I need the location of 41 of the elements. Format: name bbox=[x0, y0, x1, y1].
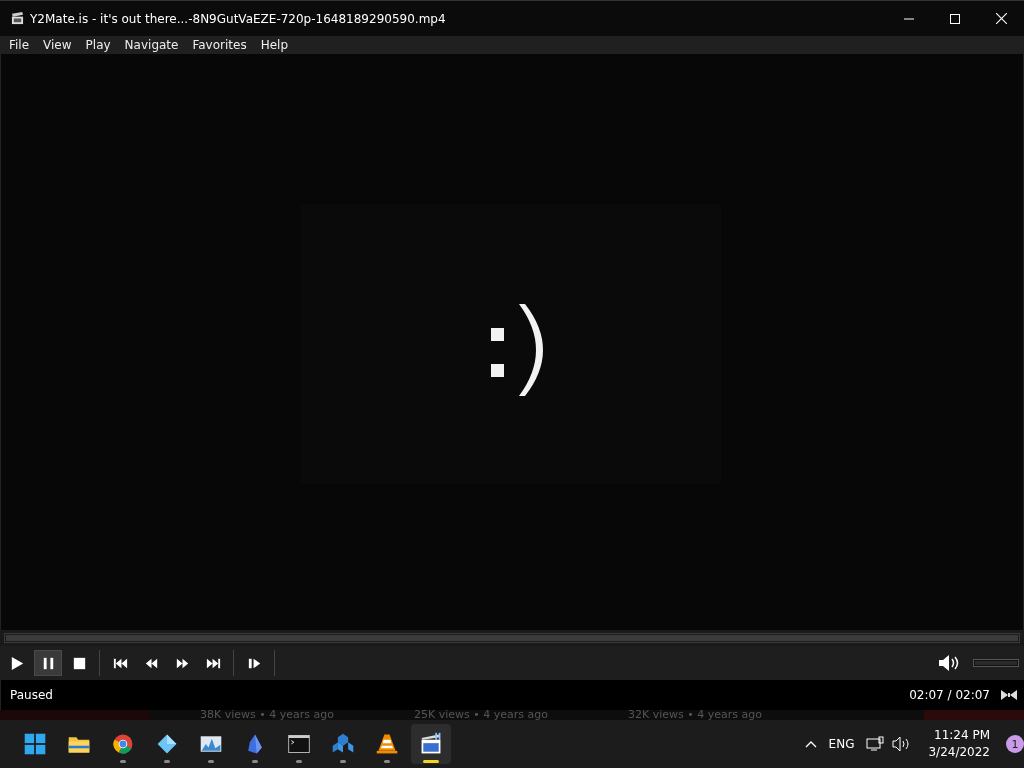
menu-item[interactable]: View bbox=[36, 38, 79, 52]
diamond-icon bbox=[155, 732, 179, 756]
window-title: Y2Mate.is - it's out there...-8N9GutVaEZE-720p-1648189290590.mp4 bbox=[30, 11, 447, 26]
clock-date[interactable]: 3/24/2022 bbox=[928, 744, 990, 761]
speaker-icon[interactable] bbox=[892, 736, 911, 752]
clock-time[interactable]: 11:24 PM bbox=[934, 727, 990, 744]
language-indicator[interactable]: ENG bbox=[828, 737, 855, 751]
running-indicator bbox=[208, 760, 214, 763]
windows-logo-icon bbox=[23, 732, 47, 756]
menu-item[interactable]: Help bbox=[253, 38, 295, 52]
running-indicator bbox=[120, 760, 126, 763]
player-icon bbox=[419, 732, 443, 756]
taskbar-app-button[interactable] bbox=[411, 724, 451, 764]
running-indicator bbox=[296, 760, 302, 763]
menu-item[interactable]: Play bbox=[78, 38, 118, 52]
traffic-cone-icon bbox=[375, 732, 399, 756]
running-indicator bbox=[164, 760, 170, 763]
background-text: 32K views • 4 years ago bbox=[628, 710, 763, 720]
maximize-icon bbox=[950, 13, 960, 24]
running-indicator bbox=[252, 760, 258, 763]
notification-badge[interactable]: 1 bbox=[1006, 735, 1024, 753]
running-indicator bbox=[384, 760, 390, 763]
chevron-up-icon[interactable] bbox=[804, 740, 817, 748]
menu-item[interactable]: Favorites bbox=[185, 38, 254, 52]
background-text: 38K views • 4 years ago bbox=[200, 710, 335, 720]
time-display: 02:07 / 02:07 bbox=[909, 688, 990, 702]
playback-status: Paused bbox=[10, 688, 53, 702]
speaker-icon bbox=[937, 654, 961, 672]
menu-item[interactable]: Navigate bbox=[117, 38, 186, 52]
volume-button[interactable] bbox=[937, 654, 961, 672]
network-icon[interactable] bbox=[866, 736, 885, 752]
terminal-icon bbox=[287, 732, 311, 756]
browser-icon bbox=[111, 732, 135, 756]
running-indicator bbox=[340, 760, 346, 763]
clapperboard-icon bbox=[11, 12, 24, 25]
background-text: 25K views • 4 years ago bbox=[414, 710, 549, 720]
running-indicator bbox=[423, 760, 439, 763]
menu-item[interactable]: File bbox=[2, 38, 37, 52]
bowtie-icon bbox=[998, 688, 1020, 702]
close-icon bbox=[995, 13, 1007, 24]
pause-button[interactable] bbox=[34, 650, 62, 676]
